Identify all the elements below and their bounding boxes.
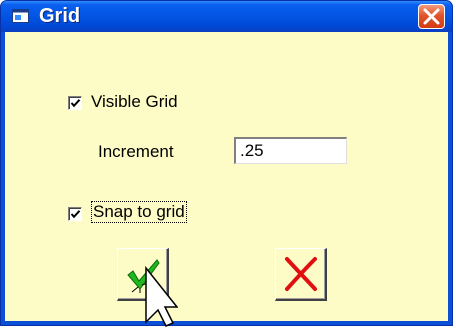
window-icon [12, 9, 29, 23]
dialog-body: Visible Grid Increment Snap to grid [5, 32, 448, 321]
increment-label: Increment [98, 142, 174, 161]
close-icon [423, 8, 440, 25]
checkmark-icon [70, 99, 81, 108]
grid-dialog: Grid Visible Grid Increment Snap to grid [0, 0, 453, 326]
cancel-button[interactable] [275, 248, 327, 301]
increment-input[interactable] [234, 137, 347, 164]
checkmark-icon [70, 210, 81, 219]
close-button[interactable] [418, 4, 445, 29]
snap-to-grid-checkbox[interactable] [68, 207, 82, 221]
red-x-icon [285, 257, 317, 291]
window-title: Grid [39, 5, 81, 27]
visible-grid-checkbox[interactable] [68, 96, 82, 110]
visible-grid-label[interactable]: Visible Grid [91, 92, 178, 112]
snap-to-grid-label[interactable]: Snap to grid [91, 201, 187, 223]
title-bar[interactable]: Grid [1, 1, 452, 32]
mouse-pointer-icon [145, 266, 178, 327]
